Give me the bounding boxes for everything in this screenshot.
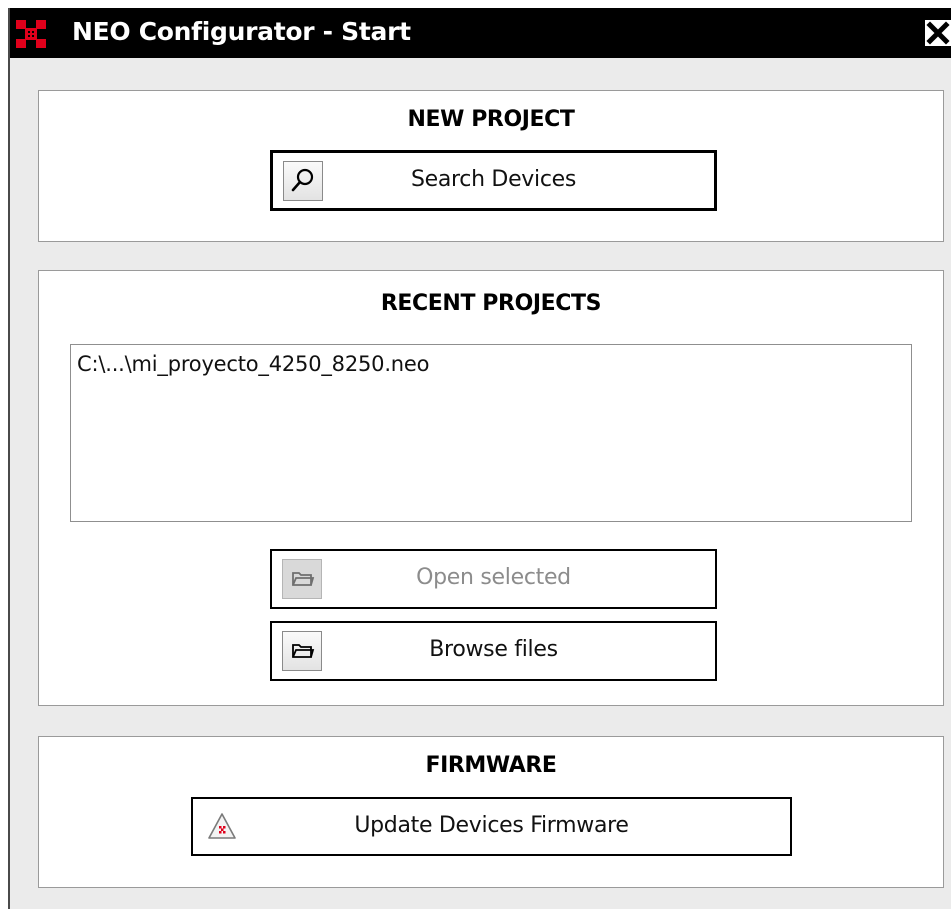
close-button[interactable] xyxy=(925,20,951,46)
window-title: NEO Configurator - Start xyxy=(72,17,411,46)
firmware-title: FIRMWARE xyxy=(425,753,557,778)
start-window: NEO Configurator - Start NEW PROJECT Sea… xyxy=(8,8,951,909)
browse-files-button[interactable]: Browse files xyxy=(270,621,717,681)
new-project-title: NEW PROJECT xyxy=(407,107,575,132)
browse-files-label: Browse files xyxy=(429,637,558,662)
list-item[interactable]: C:\...\mi_proyecto_4250_8250.neo xyxy=(77,352,429,376)
new-project-panel: NEW PROJECT Search Devices xyxy=(38,90,944,242)
recent-projects-list[interactable]: C:\...\mi_proyecto_4250_8250.neo xyxy=(70,344,912,522)
open-selected-button[interactable]: Open selected xyxy=(270,549,717,609)
firmware-panel: FIRMWARE Update Devices Firmware xyxy=(38,736,944,888)
update-firmware-button[interactable]: Update Devices Firmware xyxy=(191,797,792,856)
recent-projects-panel: RECENT PROJECTS C:\...\mi_proyecto_4250_… xyxy=(38,270,944,706)
recent-projects-title: RECENT PROJECTS xyxy=(380,291,602,316)
search-devices-button[interactable]: Search Devices xyxy=(270,150,717,211)
search-devices-label: Search Devices xyxy=(410,167,577,192)
neo-logo-icon xyxy=(16,20,46,48)
title-bar[interactable]: NEO Configurator - Start xyxy=(10,8,951,58)
close-icon xyxy=(925,20,951,46)
open-selected-label: Open selected xyxy=(416,565,571,590)
update-firmware-label: Update Devices Firmware xyxy=(354,813,629,838)
